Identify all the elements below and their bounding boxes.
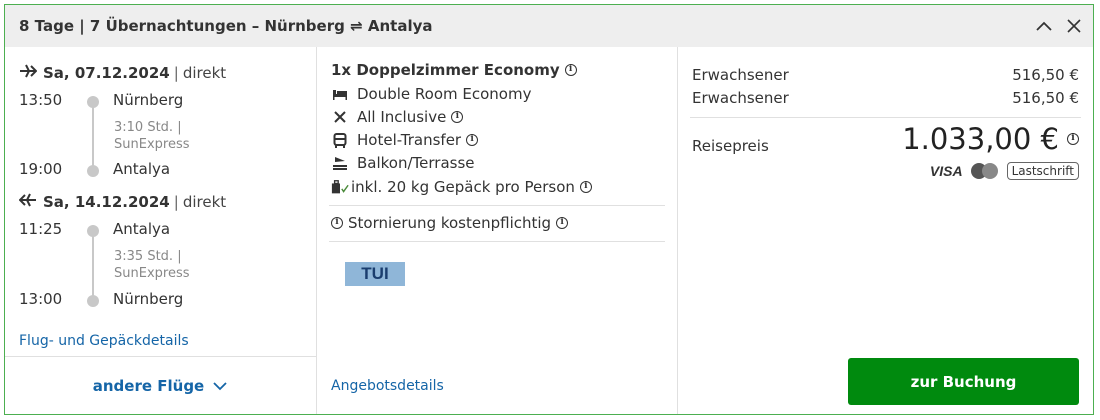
return-departure: 11:25 Antalya xyxy=(19,220,170,238)
separator: | xyxy=(173,193,179,211)
info-icon[interactable]: i xyxy=(466,134,479,146)
time: 19:00 xyxy=(19,160,63,178)
transfer: Hotel-Transfer i xyxy=(331,131,479,149)
divider xyxy=(329,205,665,206)
return-timeline xyxy=(92,231,94,299)
visa-logo: VISA xyxy=(929,163,963,179)
pricing-column: Erwachsener 516,50 € Erwachsener 516,50 … xyxy=(678,47,1093,414)
price-row: Erwachsener 516,50 € xyxy=(692,66,1079,84)
return-date: Sa, 14.12.2024 xyxy=(43,193,170,211)
outbound-duration-block: 3:10 Std. | SunExpress xyxy=(114,119,190,153)
total-price: 1.033,00 € i xyxy=(902,122,1079,156)
tui-logo: TUI xyxy=(345,262,405,286)
hotel-column: 1x Doppelzimmer Economy i Double Room Ec… xyxy=(317,47,678,414)
price-value: 516,50 € xyxy=(1012,89,1079,107)
return-header: Sa, 14.12.2024 | direkt xyxy=(18,192,227,212)
info-icon[interactable]: i xyxy=(451,111,464,123)
cancellation-text: Stornierung kostenpflichtig xyxy=(348,214,552,232)
room-type: Double Room Economy xyxy=(331,85,531,103)
close-icon[interactable] xyxy=(1063,15,1085,37)
bus-icon xyxy=(331,132,349,148)
separator: | xyxy=(173,64,179,82)
luggage: inkl. 20 kg Gepäck pro Person i xyxy=(331,178,592,196)
flight-details-link[interactable]: Flug- und Gepäckdetails xyxy=(19,333,189,349)
cancellation: i Stornierung kostenpflichtig i xyxy=(331,214,569,232)
info-icon[interactable]: i xyxy=(556,217,569,229)
plane-departure-icon xyxy=(19,63,38,83)
board-type: All Inclusive i xyxy=(331,108,464,126)
airline: SunExpress xyxy=(114,266,190,281)
room-type-text: Double Room Economy xyxy=(357,85,532,103)
place: Nürnberg xyxy=(113,290,184,308)
price-label: Erwachsener xyxy=(692,66,789,84)
info-icon[interactable]: i xyxy=(564,64,577,76)
return-type: direkt xyxy=(182,193,227,211)
info-icon[interactable]: i xyxy=(579,181,592,193)
payment-methods: VISA Lastschrift xyxy=(930,162,1079,180)
luggage-text: inkl. 20 kg Gepäck pro Person xyxy=(351,178,575,196)
transfer-text: Hotel-Transfer xyxy=(357,131,462,149)
time: 13:00 xyxy=(19,290,63,308)
offer-title: 8 Tage | 7 Übernachtungen – Nürnberg ⇌ A… xyxy=(19,17,433,35)
outbound-departure: 13:50 Nürnberg xyxy=(19,91,183,109)
time: 11:25 xyxy=(19,220,63,238)
time: 13:50 xyxy=(19,91,63,109)
price-row: Erwachsener 516,50 € xyxy=(692,89,1079,107)
outbound-header: Sa, 07.12.2024 | direkt xyxy=(19,63,226,83)
offer-details-link[interactable]: Angebotsdetails xyxy=(331,378,444,394)
total-label: Reisepreis xyxy=(692,137,769,155)
total-value: 1.033,00 € xyxy=(902,122,1059,156)
room-title: 1x Doppelzimmer Economy i xyxy=(331,61,577,79)
more-flights-button[interactable]: andere Flüge xyxy=(5,356,316,414)
info-icon[interactable]: i xyxy=(1067,133,1079,145)
more-flights-label: andere Flüge xyxy=(92,376,205,395)
bed-icon xyxy=(331,88,349,100)
mastercard-icon xyxy=(969,162,1001,180)
offer-card: 8 Tage | 7 Übernachtungen – Nürnberg ⇌ A… xyxy=(4,4,1094,415)
return-duration-block: 3:35 Std. | SunExpress xyxy=(114,248,190,282)
board-text: All Inclusive xyxy=(357,108,447,126)
luggage-icon xyxy=(331,179,349,195)
airline: SunExpress xyxy=(114,137,190,152)
lastschrift-badge: Lastschrift xyxy=(1006,162,1079,180)
divider xyxy=(690,117,1081,118)
room-title-text: 1x Doppelzimmer Economy xyxy=(331,61,560,79)
duration: 3:10 Std. | xyxy=(114,120,182,135)
price-label: Erwachsener xyxy=(692,89,789,107)
flights-column: Sa, 07.12.2024 | direkt 13:50 Nürnberg 3… xyxy=(5,47,317,414)
chevron-up-icon[interactable] xyxy=(1033,15,1055,37)
tui-logo-text: TUI xyxy=(361,264,389,283)
place: Nürnberg xyxy=(113,91,184,109)
plane-return-icon xyxy=(18,192,37,212)
balcony-icon xyxy=(331,156,349,171)
book-button[interactable]: zur Buchung xyxy=(848,358,1079,405)
place: Antalya xyxy=(113,220,171,238)
chevron-down-icon xyxy=(212,381,228,391)
divider xyxy=(329,241,665,242)
balcony: Balkon/Terrasse xyxy=(331,154,475,172)
outbound-arrival: 19:00 Antalya xyxy=(19,160,170,178)
duration: 3:35 Std. | xyxy=(114,249,182,264)
outbound-date: Sa, 07.12.2024 xyxy=(43,64,170,82)
place: Antalya xyxy=(113,160,171,178)
outbound-type: direkt xyxy=(182,64,227,82)
balcony-text: Balkon/Terrasse xyxy=(357,154,475,172)
cutlery-icon xyxy=(331,110,349,124)
return-arrival: 13:00 Nürnberg xyxy=(19,290,183,308)
price-value: 516,50 € xyxy=(1012,66,1079,84)
info-icon: i xyxy=(331,217,343,229)
offer-header[interactable]: 8 Tage | 7 Übernachtungen – Nürnberg ⇌ A… xyxy=(5,5,1093,47)
